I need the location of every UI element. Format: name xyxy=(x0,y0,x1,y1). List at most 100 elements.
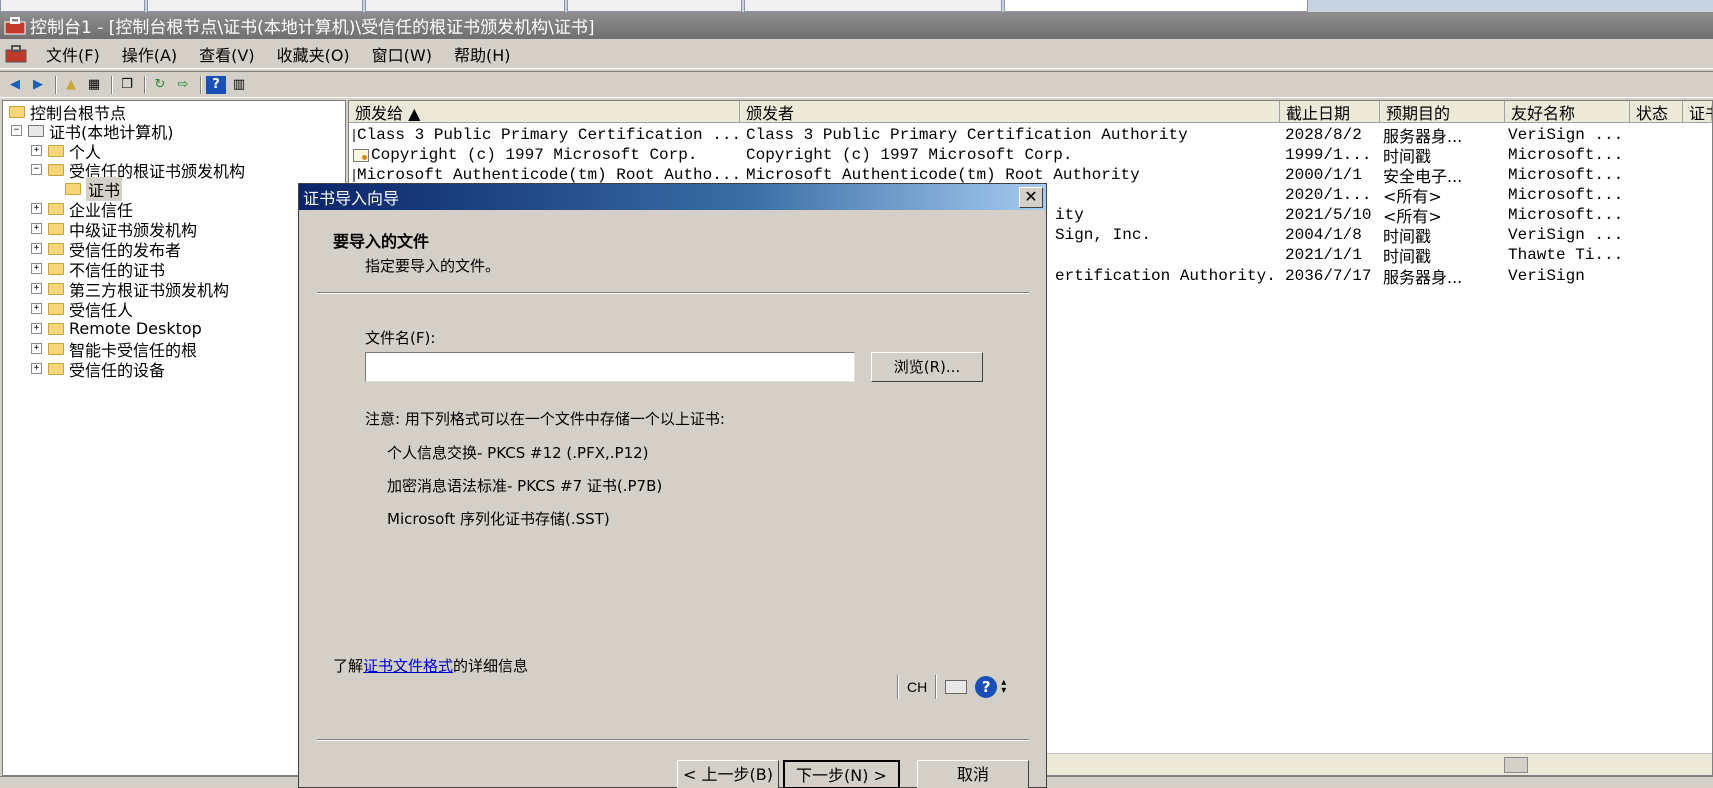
taskbar-tab[interactable] xyxy=(567,0,742,12)
folder-icon xyxy=(48,302,64,315)
folder-icon xyxy=(48,222,64,235)
tree-item-third-party-root-ca[interactable]: + 第三方根证书颁发机构 xyxy=(31,279,229,300)
tree-item-smart-card-trusted-roots[interactable]: + 智能卡受信任的根 xyxy=(31,339,197,360)
column-header-intended-purposes[interactable]: 预期目的 xyxy=(1380,101,1505,123)
taskbar-tab[interactable] xyxy=(147,0,363,12)
action-pane-icon[interactable]: ▥ xyxy=(229,76,249,94)
table-row[interactable]: Copyright (c) 1997 Microsoft Corp. xyxy=(353,145,738,165)
expand-icon[interactable]: + xyxy=(31,363,42,374)
folder-icon xyxy=(48,282,64,295)
expand-icon[interactable]: + xyxy=(31,223,42,234)
column-header-certificate[interactable]: 证书 xyxy=(1683,101,1712,123)
tree-item-label: 受信任的设备 xyxy=(69,360,166,380)
formats-note: 注意: 用下列格式可以在一个文件中存储一个以上证书: xyxy=(365,410,725,428)
tree-item-trusted-root-ca[interactable]: − 受信任的根证书颁发机构 xyxy=(31,160,245,181)
collapse-icon[interactable]: − xyxy=(31,164,42,175)
show-hide-tree-icon[interactable]: ▦ xyxy=(84,76,104,94)
folder-icon xyxy=(48,322,64,335)
window-title: 控制台1 - [控制台根节点\证书(本地计算机)\受信任的根证书颁发机构\证书] xyxy=(30,18,595,38)
browse-button[interactable]: 浏览(R)... xyxy=(871,352,983,382)
table-row[interactable]: Microsoft Authenticode(tm) Root Autho... xyxy=(353,165,738,185)
help-icon[interactable]: ? xyxy=(206,75,226,94)
taskbar-tab-active[interactable] xyxy=(1004,0,1308,12)
cell-issued-by: ertification Authority... xyxy=(1055,267,1277,285)
cell-issued-by: Class 3 Public Primary Certification Aut… xyxy=(746,126,1188,144)
divider xyxy=(317,739,1029,741)
expand-icon[interactable]: + xyxy=(31,203,42,214)
collapse-icon[interactable]: − xyxy=(11,125,22,136)
tree-item-enterprise-trust[interactable]: + 企业信任 xyxy=(31,199,133,220)
up-folder-icon[interactable]: ▲ xyxy=(61,76,81,94)
expand-icon[interactable]: + xyxy=(31,303,42,314)
taskbar-tab[interactable] xyxy=(365,0,565,12)
expand-icon[interactable]: + xyxy=(31,343,42,354)
next-button[interactable]: 下一步(N) > xyxy=(783,760,900,788)
tree-item-trusted-publishers[interactable]: + 受信任的发布者 xyxy=(31,239,181,260)
menu-action[interactable]: 操作(A) xyxy=(111,42,188,66)
tree-item-certificates[interactable]: 证书 xyxy=(65,176,123,201)
expand-icon[interactable]: + xyxy=(31,323,42,334)
wizard-page-subheading: 指定要导入的文件。 xyxy=(365,257,501,275)
menu-help[interactable]: 帮助(H) xyxy=(443,42,522,66)
menu-favorites[interactable]: 收藏夹(O) xyxy=(266,42,361,66)
scrollbar-thumb[interactable] xyxy=(1504,757,1528,773)
column-header-issued-by[interactable]: 颁发者 xyxy=(740,101,1280,123)
column-header-issued-to[interactable]: 颁发给 ▲ xyxy=(349,101,740,123)
expand-icon[interactable]: + xyxy=(31,263,42,274)
column-header-expiration[interactable]: 截止日期 xyxy=(1280,101,1380,123)
taskbar-tab[interactable] xyxy=(0,0,145,12)
language-bar-options-icon[interactable]: ▴ ▾ xyxy=(1001,678,1006,696)
menu-view[interactable]: 查看(V) xyxy=(188,42,265,66)
tree-item-label: 证书(本地计算机) xyxy=(49,122,174,142)
cell-purpose: 服务器身... xyxy=(1383,127,1463,145)
folder-icon xyxy=(9,105,25,118)
dialog-title: 证书导入向导 xyxy=(303,189,400,208)
console-tree: 控制台根节点 − 证书(本地计算机) + 个人 − 受信任的根证书颁发机构 证书… xyxy=(2,100,346,776)
folder-icon xyxy=(48,242,64,255)
back-button[interactable]: < 上一步(B) xyxy=(677,760,779,788)
tree-item-label: 受信任人 xyxy=(69,300,134,320)
close-icon[interactable]: ✕ xyxy=(1019,187,1043,208)
expand-icon[interactable]: + xyxy=(31,145,42,156)
folder-icon xyxy=(48,202,64,215)
cell-friendly-name: Microsoft... xyxy=(1508,186,1624,204)
cell-friendly-name: Thawte Ti... xyxy=(1508,246,1624,264)
tree-item-certificates-local-computer[interactable]: − 证书(本地计算机) xyxy=(11,121,174,142)
input-language-indicator[interactable]: CH xyxy=(907,679,927,695)
tree-item-trusted-devices[interactable]: + 受信任的设备 xyxy=(31,359,166,380)
copy-icon[interactable]: ❐ xyxy=(117,76,137,94)
cell-purpose: <所有> xyxy=(1383,207,1442,225)
certificate-file-formats-link[interactable]: 证书文件格式 xyxy=(363,657,453,675)
tree-item-remote-desktop[interactable]: + Remote Desktop xyxy=(31,319,202,338)
menu-window[interactable]: 窗口(W) xyxy=(361,42,443,66)
export-list-icon[interactable]: ⇨ xyxy=(173,76,193,94)
expand-icon[interactable]: + xyxy=(31,243,42,254)
menu-file[interactable]: 文件(F) xyxy=(35,42,111,66)
tree-item-trusted-people[interactable]: + 受信任人 xyxy=(31,299,134,320)
tree-item-intermediate-ca[interactable]: + 中级证书颁发机构 xyxy=(31,219,197,240)
column-header-status[interactable]: 状态 xyxy=(1630,101,1683,123)
language-bar-separator xyxy=(935,675,938,699)
taskbar-tab[interactable] xyxy=(744,0,1002,12)
expand-icon[interactable]: + xyxy=(31,283,42,294)
help-icon[interactable]: ? xyxy=(975,676,998,698)
tree-item-untrusted-certificates[interactable]: + 不信任的证书 xyxy=(31,259,165,280)
mmc-toolbox-icon[interactable] xyxy=(5,44,27,64)
certificate-icon xyxy=(353,148,369,162)
back-arrow-icon[interactable]: ◀ xyxy=(5,76,25,94)
file-name-label: 文件名(F): xyxy=(365,329,436,347)
cell-expiration: 2036/7/17 xyxy=(1285,267,1372,285)
refresh-icon[interactable]: ↻ xyxy=(150,76,170,94)
column-header-friendly-name[interactable]: 友好名称 xyxy=(1505,101,1630,123)
file-name-input[interactable] xyxy=(365,352,855,382)
cancel-button[interactable]: 取消 xyxy=(917,760,1029,788)
folder-open-icon xyxy=(48,163,64,176)
keyboard-icon[interactable] xyxy=(945,680,968,694)
cell-issued-by: Copyright (c) 1997 Microsoft Corp. xyxy=(746,146,1073,164)
table-row[interactable]: Class 3 Public Primary Certification ... xyxy=(353,125,738,145)
language-bar-separator xyxy=(897,675,899,699)
cell-expiration: 2004/1/8 xyxy=(1285,226,1362,244)
cell-expiration: 2021/1/1 xyxy=(1285,246,1362,264)
cell-expiration: 2000/1/1 xyxy=(1285,166,1362,184)
forward-arrow-icon[interactable]: ▶ xyxy=(28,76,48,94)
